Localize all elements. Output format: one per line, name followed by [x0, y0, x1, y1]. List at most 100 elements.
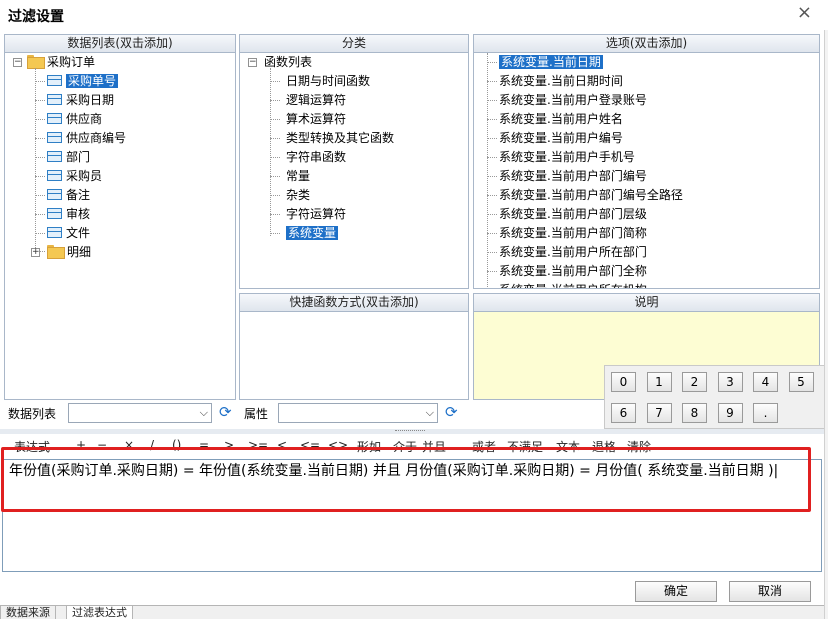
splitter[interactable] [0, 429, 824, 434]
category-header: 分类 [240, 35, 468, 53]
category-item[interactable]: 逻辑运算符 [286, 91, 346, 110]
list-guide [487, 157, 497, 158]
tree-field-item[interactable]: 部门 [47, 148, 90, 167]
category-item[interactable]: 类型转换及其它函数 [286, 129, 394, 148]
cancel-button[interactable]: 取消 [729, 581, 811, 602]
tree-field-item[interactable]: 供应商编号 [47, 129, 126, 148]
category-item[interactable]: 常量 [286, 167, 310, 186]
option-item[interactable]: 系统变量.当前用户部门层级 [499, 205, 647, 224]
numpad-key[interactable]: 3 [717, 372, 743, 392]
option-item-label: 系统变量.当前用户登录账号 [499, 93, 647, 107]
chevron-down-icon[interactable]: ⌵ [426, 406, 434, 420]
category-item-label: 字符串函数 [286, 150, 347, 164]
window-edge [824, 30, 828, 619]
category-item-label: 常量 [286, 169, 311, 183]
numpad-key[interactable]: 4 [753, 372, 778, 392]
tree-field-item[interactable]: 文件 [47, 224, 90, 243]
category-item[interactable]: 系统变量 [286, 224, 339, 243]
option-item[interactable]: 系统变量.当前用户部门编号 [499, 167, 647, 186]
numpad-key[interactable]: 5 [788, 372, 814, 392]
category-item[interactable]: 字符串函数 [286, 148, 346, 167]
highlight-box [1, 447, 811, 512]
field-icon [47, 227, 62, 238]
expander-collapse-icon[interactable]: − [13, 58, 22, 67]
numpad-key[interactable]: 6 [611, 403, 636, 423]
tree-root-function-list[interactable]: 函数列表 [264, 53, 312, 72]
list-guide [487, 176, 497, 177]
tree-guide [270, 68, 271, 236]
option-item[interactable]: 系统变量.当前日期 [499, 53, 603, 72]
list-guide [487, 100, 497, 101]
description-header: 说明 [474, 294, 819, 312]
splitter-grip[interactable] [395, 430, 425, 432]
numpad-key[interactable]: 1 [646, 372, 672, 392]
title-bar: 过滤设置 × [0, 0, 828, 30]
category-item-label: 系统变量 [286, 226, 339, 240]
tree-field-label: 文件 [66, 226, 91, 240]
category-item[interactable]: 日期与时间函数 [286, 72, 370, 91]
option-item[interactable]: 系统变量.当前用户部门全称 [499, 262, 647, 281]
option-item-label: 系统变量.当前用户部门编号 [499, 169, 647, 183]
numpad-key[interactable]: 0 [611, 372, 636, 392]
category-panel: 分类 − 函数列表 日期与时间函数 逻辑运算符 算术运算符 类型转换及其它函数字符串函… [239, 34, 469, 289]
function-list-label: 函数列表 [264, 55, 313, 69]
tab-data-source[interactable]: 数据来源 [0, 606, 56, 619]
list-guide [487, 62, 497, 63]
numpad-key[interactable]: 7 [646, 403, 672, 423]
ok-button[interactable]: 确定 [635, 581, 717, 602]
refresh-icon[interactable]: ⟳ [445, 404, 461, 420]
field-icon [47, 208, 62, 219]
numpad-key[interactable]: 2 [682, 372, 707, 392]
option-item[interactable]: 系统变量.当前用户登录账号 [499, 91, 647, 110]
category-item[interactable]: 杂类 [286, 186, 310, 205]
option-item[interactable]: 系统变量.当前用户部门编号全路径 [499, 186, 683, 205]
option-item[interactable]: 系统变量.当前用户所在部门 [499, 243, 647, 262]
category-tree: − 函数列表 日期与时间函数 逻辑运算符 算术运算符 类型转换及其它函数字符串函数常量… [240, 53, 468, 283]
tree-field-item[interactable]: 采购单号 [47, 72, 119, 91]
option-item-label: 系统变量.当前用户姓名 [499, 112, 623, 126]
option-item[interactable]: 系统变量.当前用户手机号 [499, 148, 635, 167]
expander-collapse-icon[interactable]: − [248, 58, 257, 67]
data-list-combo[interactable]: ⌵ [68, 403, 212, 423]
tree-field-label: 采购员 [66, 169, 103, 183]
chevron-down-icon[interactable]: ⌵ [200, 406, 208, 420]
tree-field-item[interactable]: 采购员 [47, 167, 102, 186]
list-guide [487, 119, 497, 120]
option-item[interactable]: 系统变量.当前用户编号 [499, 129, 623, 148]
tree-field-label: 备注 [66, 188, 91, 202]
tree-folder-detail[interactable]: 明细 [47, 243, 91, 262]
numpad-key[interactable]: . [753, 403, 778, 423]
tree-guide [35, 100, 45, 101]
refresh-icon[interactable]: ⟳ [219, 404, 235, 420]
numpad-key[interactable]: 9 [717, 403, 743, 423]
tree-field-label: 供应商编号 [66, 131, 127, 145]
tree-root-purchase-order[interactable]: 采购订单 [27, 53, 95, 72]
tree-guide [270, 157, 280, 158]
option-item[interactable]: 系统变量.当前用户所在机构 [499, 281, 647, 288]
tree-guide [35, 138, 45, 139]
tree-field-item[interactable]: 供应商 [47, 110, 102, 129]
numpad-key[interactable]: 8 [682, 403, 707, 423]
options-header: 选项(双击添加) [474, 35, 819, 53]
option-item-label: 系统变量.当前用户部门编号全路径 [499, 188, 683, 202]
tree-field-item[interactable]: 备注 [47, 186, 90, 205]
list-guide [487, 214, 497, 215]
category-item[interactable]: 算术运算符 [286, 110, 346, 129]
expander-expand-icon[interactable]: + [31, 248, 40, 257]
attribute-combo[interactable]: ⌵ [278, 403, 438, 423]
option-item[interactable]: 系统变量.当前日期时间 [499, 72, 623, 91]
tree-field-item[interactable]: 审核 [47, 205, 90, 224]
option-item[interactable]: 系统变量.当前用户部门简称 [499, 224, 647, 243]
field-icon [47, 132, 62, 143]
tree-guide [270, 233, 280, 234]
close-icon[interactable]: × [797, 2, 812, 23]
list-guide [487, 233, 497, 234]
numpad: 012345 6789. [604, 365, 828, 429]
tree-guide [270, 214, 280, 215]
option-item-label: 系统变量.当前用户所在部门 [499, 245, 647, 259]
option-item[interactable]: 系统变量.当前用户姓名 [499, 110, 623, 129]
category-item[interactable]: 字符运算符 [286, 205, 346, 224]
tree-field-item[interactable]: 采购日期 [47, 91, 114, 110]
tab-filter-expression[interactable]: 过滤表达式 [66, 606, 133, 619]
option-item-label: 系统变量.当前用户编号 [499, 131, 623, 145]
